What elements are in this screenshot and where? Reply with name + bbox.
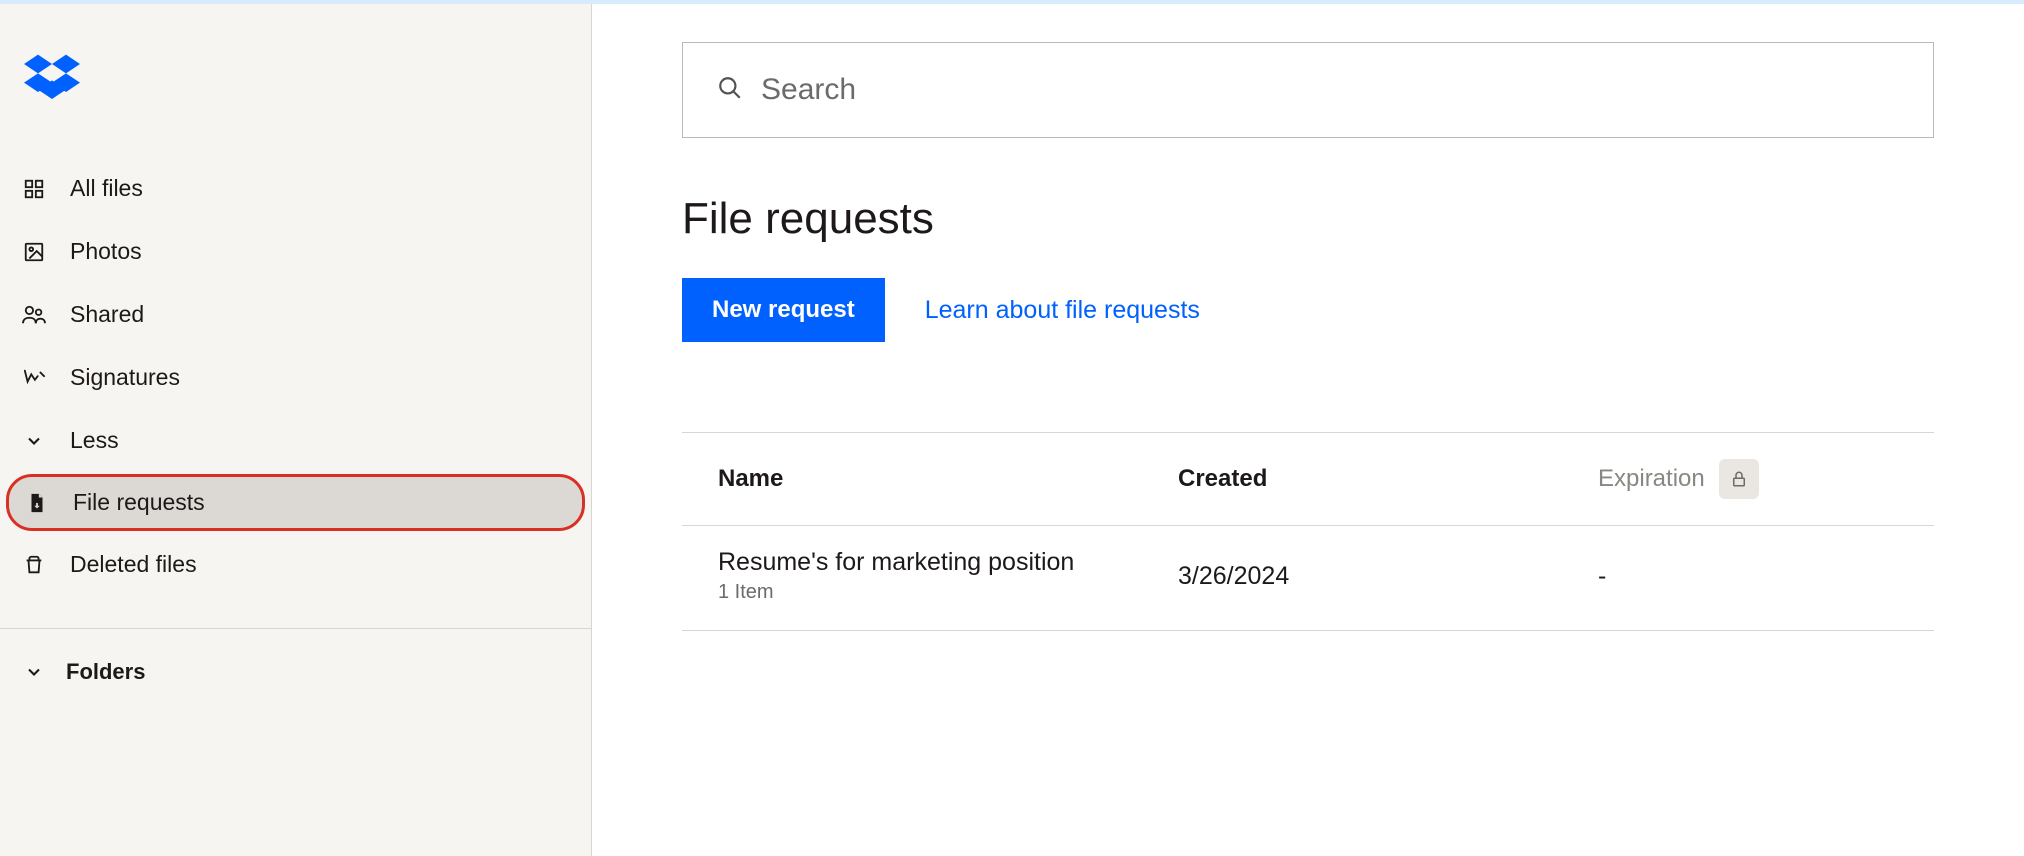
sidebar-item-less[interactable]: Less — [0, 409, 591, 472]
expiration-label: Expiration — [1598, 465, 1705, 493]
file-request-icon — [25, 491, 49, 515]
sidebar-item-label: Shared — [70, 301, 144, 328]
table-header-row: Name Created Expiration — [682, 433, 1934, 526]
row-name: Resume's for marketing position — [718, 548, 1178, 577]
sidebar-item-file-requests[interactable]: File requests — [6, 474, 585, 531]
sidebar-item-label: File requests — [73, 489, 205, 516]
folders-label: Folders — [66, 659, 145, 685]
search-input[interactable] — [761, 73, 1899, 107]
requests-table: Name Created Expiration Resume's for mar… — [682, 432, 1934, 631]
actions-row: New request Learn about file requests — [682, 278, 1934, 342]
table-header-created: Created — [1178, 465, 1598, 493]
sidebar-item-label: Deleted files — [70, 551, 197, 578]
sidebar-item-all-files[interactable]: All files — [0, 157, 591, 220]
sidebar-item-label: All files — [70, 175, 143, 202]
logo-wrap — [0, 4, 591, 137]
grid-icon — [22, 177, 46, 201]
learn-about-file-requests-link[interactable]: Learn about file requests — [925, 296, 1200, 325]
sidebar-item-label: Less — [70, 427, 119, 454]
sidebar-folders-toggle[interactable]: Folders — [0, 629, 591, 703]
new-request-button[interactable]: New request — [682, 278, 885, 342]
sidebar-item-label: Photos — [70, 238, 142, 265]
chevron-down-icon — [22, 429, 46, 453]
table-row[interactable]: Resume's for marketing position 1 Item 3… — [682, 526, 1934, 631]
sidebar-item-label: Signatures — [70, 364, 180, 391]
people-icon — [22, 303, 46, 327]
sidebar-item-shared[interactable]: Shared — [0, 283, 591, 346]
row-created: 3/26/2024 — [1178, 562, 1598, 591]
page-title: File requests — [682, 194, 1934, 244]
chevron-down-icon — [22, 660, 46, 684]
image-icon — [22, 240, 46, 264]
sidebar-item-signatures[interactable]: Signatures — [0, 346, 591, 409]
trash-icon — [22, 553, 46, 577]
sidebar: All files Photos — [0, 4, 592, 856]
row-expiration: - — [1598, 562, 1898, 591]
sidebar-nav: All files Photos — [0, 137, 591, 596]
dropbox-logo-icon[interactable] — [24, 89, 80, 106]
search-icon — [717, 75, 743, 106]
row-subtitle: 1 Item — [718, 581, 1178, 604]
table-header-name: Name — [718, 465, 1178, 493]
lock-icon — [1719, 459, 1759, 499]
sidebar-item-deleted-files[interactable]: Deleted files — [0, 533, 591, 596]
row-name-cell: Resume's for marketing position 1 Item — [718, 548, 1178, 604]
main-content: File requests New request Learn about fi… — [592, 4, 2024, 856]
search-box[interactable] — [682, 42, 1934, 138]
signature-icon — [22, 366, 46, 390]
table-header-expiration: Expiration — [1598, 459, 1898, 499]
sidebar-item-photos[interactable]: Photos — [0, 220, 591, 283]
